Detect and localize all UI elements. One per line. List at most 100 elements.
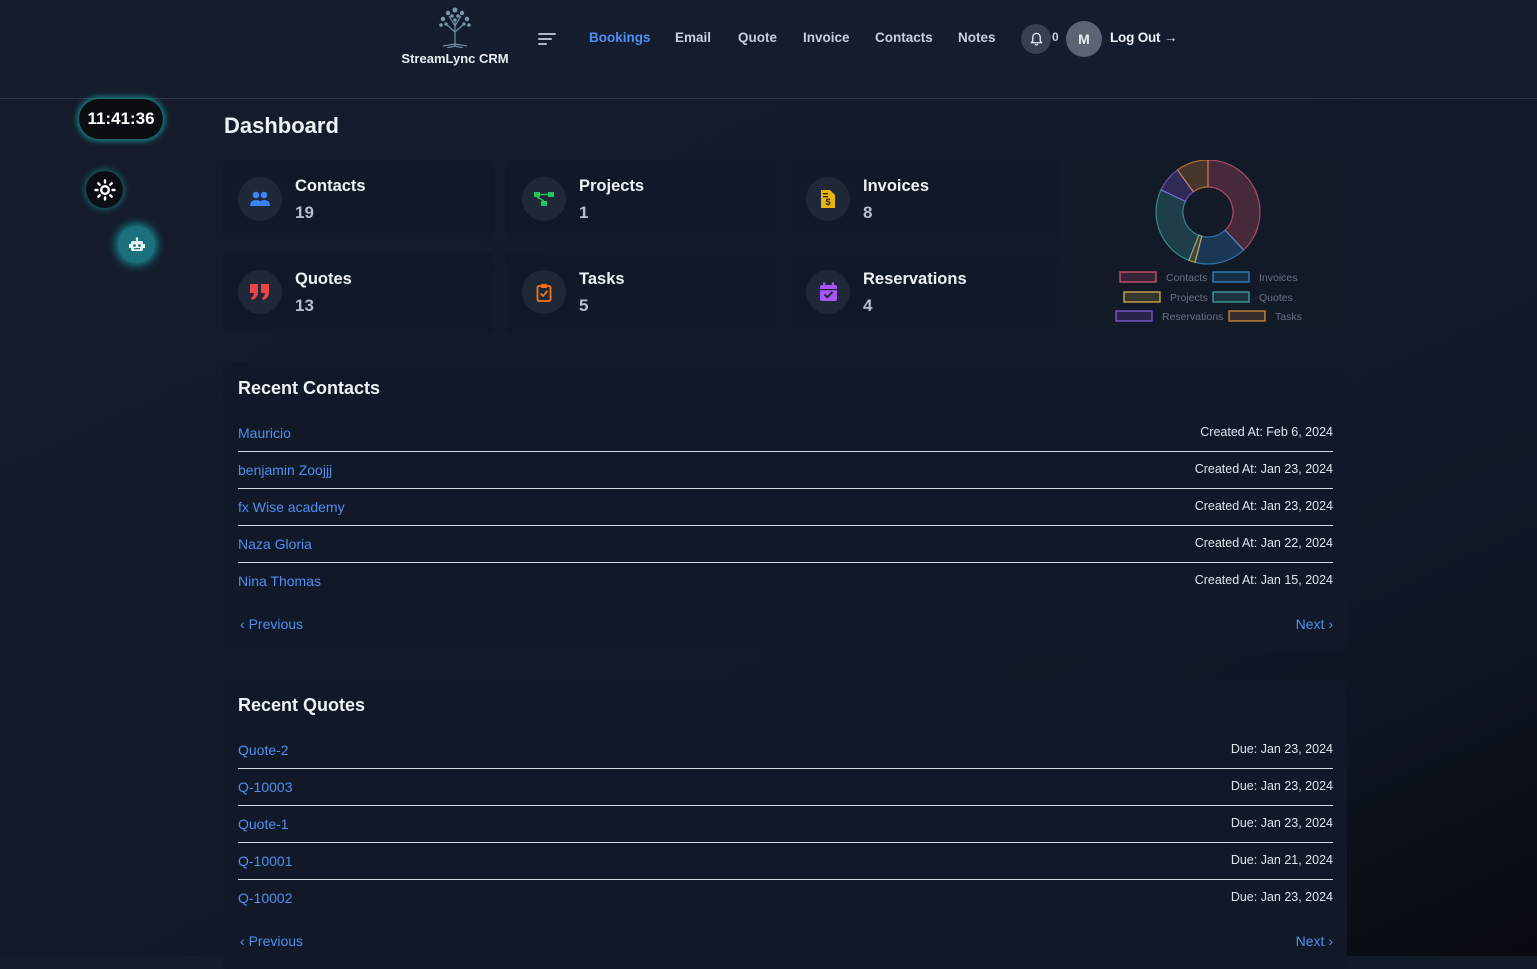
stat-card-projects[interactable]: Projects 1 <box>507 160 777 239</box>
assistant-bot-button[interactable] <box>118 226 155 263</box>
page-title: Dashboard <box>224 113 339 138</box>
list-item[interactable]: fx Wise academy Created At: Jan 23, 2024 <box>238 488 1333 526</box>
contact-link[interactable]: Naza Gloria <box>238 536 312 552</box>
due-date: Due: Jan 23, 2024 <box>1230 779 1333 793</box>
legend-label[interactable]: Invoices <box>1259 272 1298 284</box>
legend-label[interactable]: Contacts <box>1166 272 1207 284</box>
legend-label[interactable]: Tasks <box>1275 311 1302 323</box>
list-item[interactable]: Quote-2 Due: Jan 23, 2024 <box>238 731 1333 769</box>
created-date: Created At: Jan 22, 2024 <box>1194 536 1333 550</box>
legend-label[interactable]: Projects <box>1170 292 1208 304</box>
stat-value: 13 <box>295 296 314 315</box>
contact-link[interactable]: fx Wise academy <box>238 499 345 515</box>
list-item[interactable]: Mauricio Created At: Feb 6, 2024 <box>238 414 1333 452</box>
logout-button[interactable]: Log Out → <box>1110 30 1177 45</box>
avatar-initial: M <box>1078 31 1090 47</box>
legend-swatch <box>1123 291 1161 303</box>
list-item[interactable]: Quote-1 Due: Jan 23, 2024 <box>238 805 1333 843</box>
quote-link[interactable]: Quote-1 <box>238 816 289 832</box>
top-navbar: StreamLync CRM Bookings Email Quote Invo… <box>0 0 1537 99</box>
created-date: Created At: Jan 23, 2024 <box>1194 499 1333 513</box>
next-button[interactable]: Next › <box>1296 616 1333 632</box>
list-item[interactable]: Q-10002 Due: Jan 23, 2024 <box>238 879 1333 916</box>
due-date: Due: Jan 23, 2024 <box>1230 816 1333 830</box>
notifications-button[interactable] <box>1021 24 1051 54</box>
chevron-right-icon: › <box>1328 616 1333 632</box>
legend-label[interactable]: Quotes <box>1259 292 1293 304</box>
created-date: Created At: Jan 23, 2024 <box>1194 462 1333 476</box>
stat-value: 4 <box>863 296 873 315</box>
clock: 11:41:36 <box>79 99 163 139</box>
stat-card-tasks[interactable]: Tasks 5 <box>507 253 777 332</box>
brand[interactable]: StreamLync CRM <box>400 4 510 66</box>
bell-icon <box>1030 32 1042 46</box>
created-date: Created At: Jan 15, 2024 <box>1194 573 1333 587</box>
next-label: Next <box>1295 933 1325 949</box>
quote-link[interactable]: Quote-2 <box>238 742 289 758</box>
chevron-left-icon: ‹ <box>240 616 245 632</box>
legend-swatch <box>1119 271 1157 283</box>
stat-label: Projects <box>579 177 645 195</box>
nav-quote[interactable]: Quote <box>738 30 777 45</box>
recent-contacts-panel: Recent Contacts Mauricio Created At: Feb… <box>223 362 1347 650</box>
nav-invoice[interactable]: Invoice <box>803 30 850 45</box>
menu-toggle-icon[interactable] <box>538 31 556 47</box>
quote-link[interactable]: Q-10003 <box>238 779 292 795</box>
stat-value: 19 <box>295 203 314 222</box>
stat-card-reservations[interactable]: Reservations 4 <box>791 253 1061 332</box>
list-item[interactable]: Nina Thomas Created At: Jan 15, 2024 <box>238 562 1333 599</box>
section-title: Recent Contacts <box>238 378 381 398</box>
stat-label: Quotes <box>295 270 352 288</box>
avatar[interactable]: M <box>1066 21 1102 57</box>
clipboard-check-icon <box>522 270 566 314</box>
quote-link[interactable]: Q-10001 <box>238 853 292 869</box>
previous-button[interactable]: ‹ Previous <box>240 616 303 632</box>
legend-swatch <box>1212 291 1250 303</box>
list-item[interactable]: benjamin Zoojjj Created At: Jan 23, 2024 <box>238 451 1333 489</box>
recent-quotes-panel: Recent Quotes Quote-2 Due: Jan 23, 2024 … <box>223 679 1347 969</box>
users-icon <box>238 177 282 221</box>
previous-button[interactable]: ‹ Previous <box>240 933 303 949</box>
next-label: Next <box>1295 616 1325 632</box>
contact-link[interactable]: benjamin Zoojjj <box>238 462 332 478</box>
list-item[interactable]: Q-10003 Due: Jan 23, 2024 <box>238 768 1333 806</box>
legend-swatch <box>1115 310 1153 322</box>
donut-slice-quotes[interactable] <box>1155 189 1200 262</box>
stat-label: Invoices <box>863 177 930 195</box>
notification-count: 0 <box>1052 30 1059 44</box>
stat-card-invoices[interactable]: $ Invoices 8 <box>791 160 1061 239</box>
brand-name: StreamLync CRM <box>401 51 509 66</box>
nav-notes[interactable]: Notes <box>958 30 996 45</box>
next-button[interactable]: Next › <box>1296 933 1333 949</box>
legend-label[interactable]: Reservations <box>1162 311 1223 323</box>
calendar-check-icon <box>806 270 850 314</box>
stat-value: 1 <box>579 203 589 222</box>
due-date: Due: Jan 23, 2024 <box>1230 890 1333 904</box>
robot-icon <box>128 236 145 251</box>
stat-card-quotes[interactable]: Quotes 13 <box>223 253 493 332</box>
nav-bookings[interactable]: Bookings <box>589 30 651 45</box>
contact-link[interactable]: Nina Thomas <box>238 573 321 589</box>
due-date: Due: Jan 21, 2024 <box>1230 853 1333 867</box>
stat-card-contacts[interactable]: Contacts 19 <box>223 160 493 239</box>
contact-link[interactable]: Mauricio <box>238 425 291 441</box>
nav-contacts[interactable]: Contacts <box>875 30 933 45</box>
nav-email[interactable]: Email <box>675 30 711 45</box>
stat-label: Reservations <box>863 270 967 288</box>
invoice-dollar-icon: $ <box>806 177 850 221</box>
section-title: Recent Quotes <box>238 695 366 715</box>
theme-toggle-button[interactable] <box>86 171 123 208</box>
list-item[interactable]: Q-10001 Due: Jan 21, 2024 <box>238 842 1333 880</box>
chevron-left-icon: ‹ <box>240 933 245 949</box>
quote-link[interactable]: Q-10002 <box>238 890 292 906</box>
list-item[interactable]: Naza Gloria Created At: Jan 22, 2024 <box>238 525 1333 563</box>
stat-value: 8 <box>863 203 873 222</box>
tree-logo-icon <box>439 7 471 48</box>
previous-label: Previous <box>248 933 304 949</box>
quote-icon <box>238 270 282 314</box>
summary-donut-chart: Contacts Invoices Projects Quotes Reservatio… <box>1115 159 1302 323</box>
stat-label: Tasks <box>579 270 625 288</box>
project-diagram-icon <box>522 177 566 221</box>
legend-swatch <box>1212 271 1250 283</box>
stat-value: 5 <box>579 296 589 315</box>
